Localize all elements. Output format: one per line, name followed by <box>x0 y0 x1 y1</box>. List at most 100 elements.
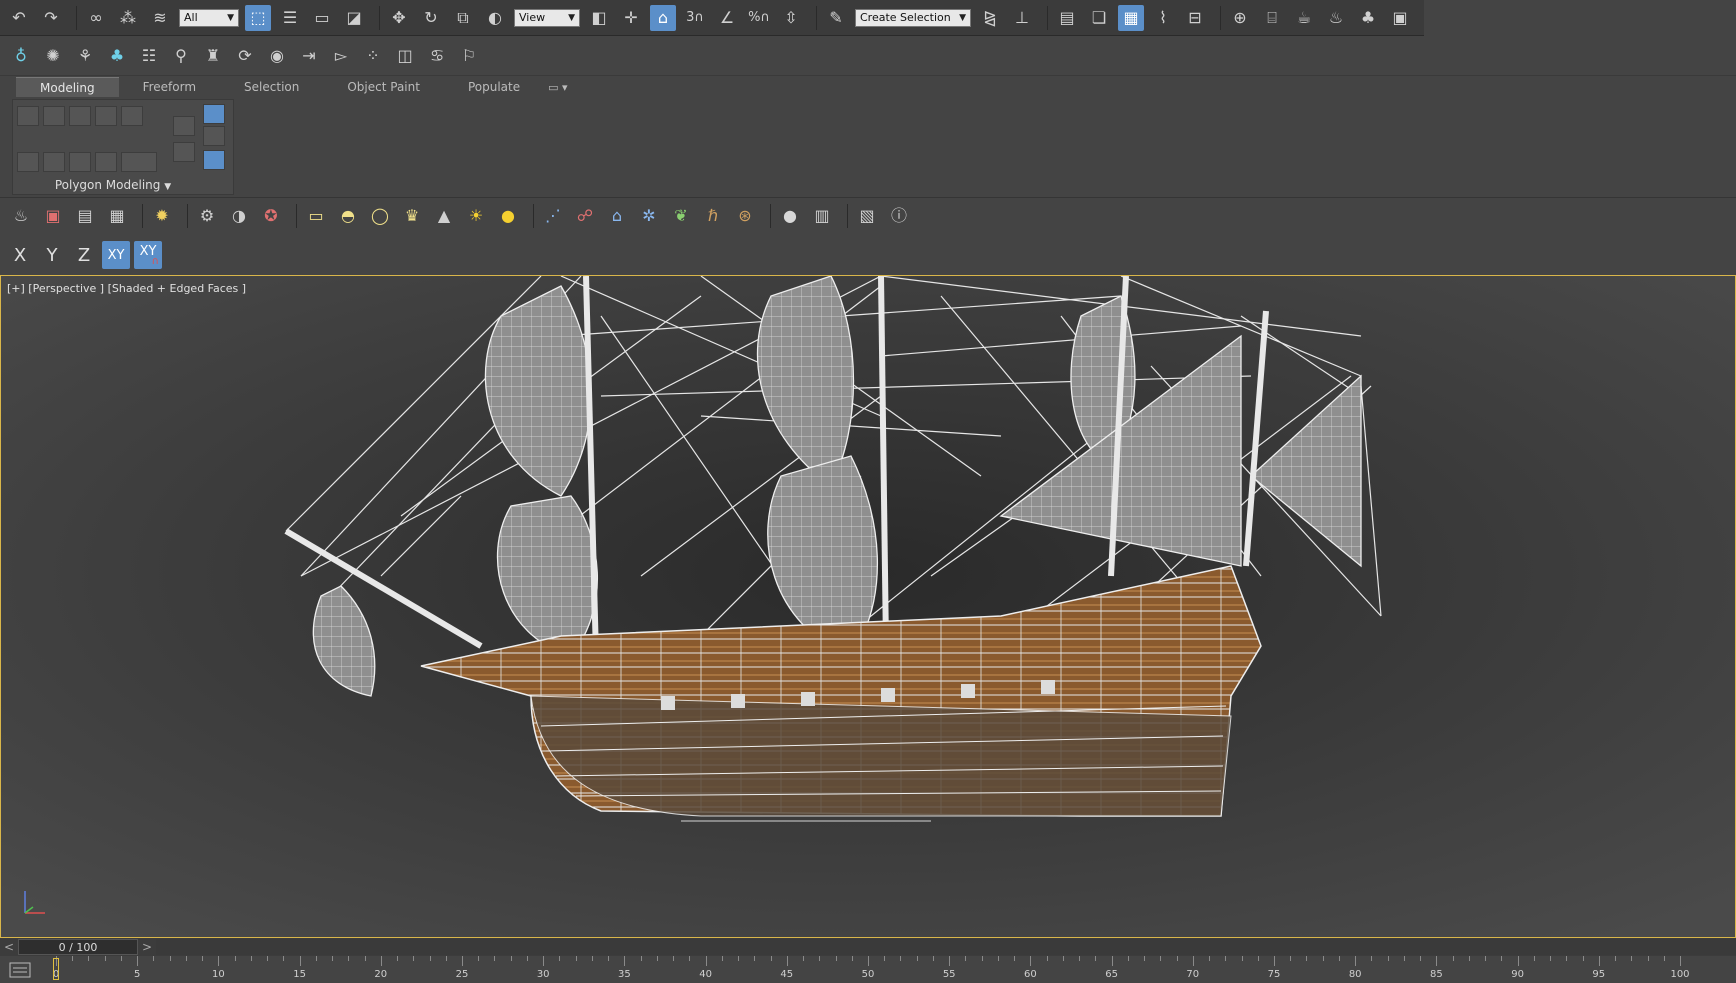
time-slider-thumb[interactable]: 0 / 100 <box>18 939 138 955</box>
helpers-icon[interactable]: ⚙ <box>194 203 220 229</box>
mirror-icon[interactable]: ⧎ <box>977 5 1003 31</box>
ambient-light-icon[interactable]: ● <box>495 203 521 229</box>
snaps-toggle-icon[interactable]: 3∩ <box>682 5 708 31</box>
select-manipulate-icon[interactable]: ✛ <box>618 5 644 31</box>
camera-group-icon[interactable]: ⚘ <box>72 43 98 69</box>
collapse-stack-button[interactable] <box>95 152 117 172</box>
polygon-mode-button[interactable] <box>95 106 117 126</box>
particles-icon[interactable]: ⁘ <box>360 43 386 69</box>
polygon-modeling-dropdown[interactable]: Polygon Modeling ▼ <box>13 178 213 192</box>
pivot-center-icon[interactable]: ◧ <box>586 5 612 31</box>
place-icon[interactable]: ◐ <box>482 5 508 31</box>
mesh-export-icon[interactable]: ⌂ <box>604 203 630 229</box>
rendered-frame-window-icon[interactable]: ☕ <box>1291 5 1317 31</box>
constrain-z-button[interactable]: Z <box>70 241 98 269</box>
constrain-xy-plane-button[interactable]: XY ∩ <box>134 241 162 269</box>
selection-filter-dropdown[interactable]: All ▼ <box>179 8 239 27</box>
render-in-cloud-icon[interactable]: ▣ <box>1387 5 1413 31</box>
frame-icon[interactable]: ▻ <box>328 43 354 69</box>
link-icon[interactable]: ∞ <box>83 5 109 31</box>
preserve-uvs-button[interactable] <box>173 142 195 162</box>
panel-icon[interactable]: ◫ <box>392 43 418 69</box>
align-icon[interactable]: ⊥ <box>1009 5 1035 31</box>
percent-snap-icon[interactable]: %∩ <box>746 5 772 31</box>
mini-curve-editor-icon[interactable] <box>8 960 32 980</box>
modify-mode-button[interactable] <box>17 152 39 172</box>
redo-icon[interactable]: ↷ <box>38 5 64 31</box>
systems-icon[interactable]: ✪ <box>258 203 284 229</box>
constrain-x-button[interactable]: X <box>6 241 34 269</box>
ignore-backfacing-button[interactable] <box>203 126 225 146</box>
list-icon[interactable]: ☷ <box>136 43 162 69</box>
next-modifier-button[interactable] <box>69 152 91 172</box>
render-production-icon[interactable]: ♨ <box>1323 5 1349 31</box>
perspective-viewport[interactable]: [+] [Perspective ] [Shaded + Edged Faces… <box>0 275 1736 938</box>
fur-icon[interactable]: ❦ <box>668 203 694 229</box>
bottle-icon[interactable]: ♜ <box>200 43 226 69</box>
settings-icon[interactable]: ▧ <box>854 203 880 229</box>
edge-mode-button[interactable] <box>43 106 65 126</box>
light-lister-icon[interactable]: ✹ <box>149 203 175 229</box>
proxy-icon[interactable]: ⋰ <box>540 203 566 229</box>
time-slider-prev-button[interactable]: < <box>0 938 18 956</box>
bulb-icon[interactable]: ⚐ <box>456 43 482 69</box>
export-icon[interactable]: ⇥ <box>296 43 322 69</box>
sun-light-icon[interactable]: ✺ <box>40 43 66 69</box>
sun-icon[interactable]: ☀ <box>463 203 489 229</box>
current-frame-marker[interactable] <box>53 958 59 980</box>
constrain-xy-button[interactable]: XY <box>102 241 130 269</box>
element-mode-button[interactable] <box>121 106 143 126</box>
angle-snap-icon[interactable]: ∠ <box>714 5 740 31</box>
dome-light-icon[interactable]: ♛ <box>399 203 425 229</box>
table-icon[interactable]: ▦ <box>104 203 130 229</box>
render-frame-icon[interactable]: ▣ <box>40 203 66 229</box>
select-by-name-icon[interactable]: ☰ <box>277 5 303 31</box>
tab-modeling[interactable]: Modeling <box>16 76 119 98</box>
scene-explorer-icon[interactable]: ❏ <box>1086 5 1112 31</box>
keyboard-shortcut-override-icon[interactable]: ⌂ <box>650 4 676 31</box>
teapot-icon[interactable]: ♋ <box>424 43 450 69</box>
sphere-map-icon[interactable]: ◉ <box>264 43 290 69</box>
teapot-icon[interactable]: ♨ <box>8 203 34 229</box>
pin-stack-button[interactable] <box>203 150 225 170</box>
viewport-label[interactable]: [+] [Perspective ] [Shaded + Edged Faces… <box>7 282 246 295</box>
light-bulb-icon[interactable]: ♁ <box>8 43 34 69</box>
material-ball-icon[interactable]: ● <box>777 203 803 229</box>
curve-editor-icon[interactable]: ⌇ <box>1150 5 1176 31</box>
disc-light-icon[interactable]: ◓ <box>335 203 361 229</box>
use-soft-selection-button[interactable] <box>203 104 225 124</box>
time-slider-track[interactable] <box>156 939 1736 955</box>
rotate-icon[interactable]: ↻ <box>418 5 444 31</box>
time-slider-next-button[interactable]: > <box>138 938 156 956</box>
timeline-ruler[interactable]: 0 5 10 15 20 25 30 35 40 45 50 55 60 65 70 75 80 85 90 95 10… <box>40 956 1736 983</box>
constrain-y-button[interactable]: Y <box>38 241 66 269</box>
spinner-snap-icon[interactable]: ⇳ <box>778 5 804 31</box>
bind-space-warp-icon[interactable]: ≋ <box>147 5 173 31</box>
tab-freeform[interactable]: Freeform <box>119 77 220 97</box>
window-crossing-icon[interactable]: ◪ <box>341 5 367 31</box>
help-icon[interactable]: ⓘ <box>886 203 912 229</box>
reference-coordinate-dropdown[interactable]: View ▼ <box>514 8 580 27</box>
scale-icon[interactable]: ⧉ <box>450 5 476 31</box>
layer-manager-icon[interactable]: ▤ <box>1054 5 1080 31</box>
undo-icon[interactable]: ↶ <box>6 5 32 31</box>
rectangular-selection-icon[interactable]: ▭ <box>309 5 335 31</box>
move-icon[interactable]: ✥ <box>386 5 412 31</box>
unlink-icon[interactable]: ⁂ <box>115 5 141 31</box>
trees-icon[interactable]: ♣ <box>104 43 130 69</box>
border-mode-button[interactable] <box>69 106 91 126</box>
tab-selection[interactable]: Selection <box>220 77 323 97</box>
frame-buffer-icon[interactable]: ▥ <box>809 203 835 229</box>
tab-object-paint[interactable]: Object Paint <box>323 77 444 97</box>
tree-icon[interactable]: ⚲ <box>168 43 194 69</box>
render-setup-icon[interactable]: ⌸ <box>1259 5 1285 31</box>
molecule-icon[interactable]: ☍ <box>572 203 598 229</box>
clipper-icon[interactable]: ⊛ <box>732 203 758 229</box>
show-end-result-button[interactable] <box>121 152 157 172</box>
sphere-light-icon[interactable]: ◯ <box>367 203 393 229</box>
select-object-icon[interactable]: ⬚ <box>245 4 271 31</box>
refresh-icon[interactable]: ⟳ <box>232 43 258 69</box>
ribbon-options-button[interactable]: ▭ ▾ <box>544 77 571 97</box>
previous-modifier-button[interactable] <box>43 152 65 172</box>
ies-light-icon[interactable]: ▲ <box>431 203 457 229</box>
